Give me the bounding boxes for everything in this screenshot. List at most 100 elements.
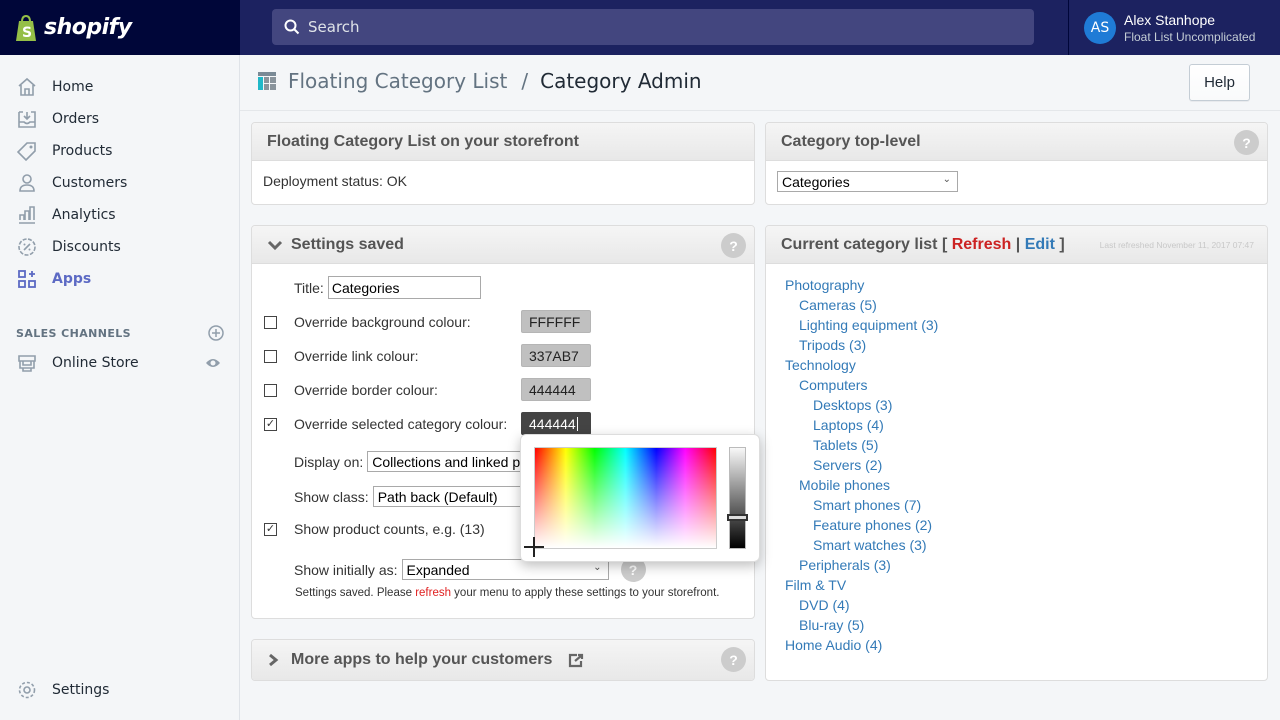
override-selected-label: Override selected category colour: bbox=[294, 416, 508, 432]
selected-colour-input[interactable]: 444444 bbox=[521, 412, 591, 435]
top-bar: S shopify Search AS Alex Stanhope Float … bbox=[0, 0, 1280, 55]
sidebar-item-online-store[interactable]: Online Store bbox=[0, 347, 239, 379]
category-item[interactable]: Lighting equipment (3) bbox=[799, 317, 938, 333]
sidebar-item-label: Online Store bbox=[52, 355, 139, 371]
eye-icon[interactable] bbox=[205, 356, 221, 370]
sidebar-item-label: Products bbox=[52, 143, 113, 159]
divider: | bbox=[1015, 235, 1021, 253]
category-item[interactable]: Technology bbox=[785, 357, 856, 373]
storefront-panel: Floating Category List on your storefron… bbox=[251, 122, 755, 205]
override-background-checkbox[interactable] bbox=[264, 316, 277, 329]
sidebar-item-analytics[interactable]: Analytics bbox=[0, 199, 239, 231]
sidebar-item-label: Customers bbox=[52, 175, 128, 191]
sidebar-item-label: Discounts bbox=[52, 239, 121, 255]
settings-panel-header[interactable]: Settings saved ? bbox=[252, 226, 754, 264]
bracket: ] bbox=[1059, 235, 1065, 253]
category-item[interactable]: Mobile phones bbox=[799, 477, 890, 493]
apps-icon bbox=[16, 268, 38, 290]
sidebar-item-label: Apps bbox=[52, 271, 92, 287]
breadcrumb: Floating Category List / Category Admin bbox=[258, 69, 702, 93]
link-colour-input[interactable]: 337AB7 bbox=[521, 344, 591, 367]
show-initially-select[interactable]: Expanded ⌄ bbox=[401, 559, 609, 580]
help-question-icon[interactable]: ? bbox=[1234, 130, 1259, 155]
select-value: Path back (Default) bbox=[377, 488, 498, 505]
more-apps-panel: More apps to help your customers ? bbox=[251, 639, 755, 681]
border-colour-input[interactable]: 444444 bbox=[521, 378, 591, 401]
sidebar-item-home[interactable]: Home bbox=[0, 71, 239, 103]
category-item[interactable]: Smart watches (3) bbox=[813, 537, 927, 553]
last-refreshed: Last refreshed November 11, 2017 07:47 bbox=[1099, 240, 1254, 250]
sidebar-item-settings[interactable]: Settings bbox=[0, 674, 239, 706]
lightness-slider-handle[interactable] bbox=[727, 514, 748, 522]
sidebar-item-orders[interactable]: Orders bbox=[0, 103, 239, 135]
toplevel-select[interactable]: Categories ⌄ bbox=[777, 171, 958, 192]
sidebar-item-label: Settings bbox=[52, 682, 110, 698]
user-name: Alex Stanhope bbox=[1124, 11, 1216, 28]
brand-name: shopify bbox=[44, 15, 132, 40]
category-item[interactable]: Cameras (5) bbox=[799, 297, 877, 313]
category-item[interactable]: Laptops (4) bbox=[813, 417, 884, 433]
category-item[interactable]: DVD (4) bbox=[799, 597, 850, 613]
override-border-label: Override border colour: bbox=[294, 382, 438, 398]
breadcrumb-app-link[interactable]: Floating Category List bbox=[288, 69, 507, 93]
person-icon bbox=[16, 172, 38, 194]
background-colour-input[interactable]: FFFFFF bbox=[521, 310, 591, 333]
category-item[interactable]: Desktops (3) bbox=[813, 397, 892, 413]
category-item[interactable]: Home Audio (4) bbox=[785, 637, 882, 653]
external-link-icon[interactable] bbox=[568, 653, 584, 668]
help-question-icon[interactable]: ? bbox=[721, 233, 746, 258]
home-icon bbox=[16, 76, 38, 98]
sidebar-item-label: Analytics bbox=[52, 207, 116, 223]
category-item[interactable]: Peripherals (3) bbox=[799, 557, 891, 573]
sidebar-item-discounts[interactable]: Discounts bbox=[0, 231, 239, 263]
display-on-label: Display on: bbox=[294, 453, 364, 470]
store-icon bbox=[16, 352, 38, 374]
more-apps-header[interactable]: More apps to help your customers ? bbox=[252, 640, 754, 680]
override-border-checkbox[interactable] bbox=[264, 384, 277, 397]
color-picker bbox=[520, 434, 760, 562]
edit-link[interactable]: Edit bbox=[1025, 236, 1055, 253]
color-crosshair-handle[interactable] bbox=[524, 537, 544, 557]
panel-title-text: Current category list bbox=[781, 235, 938, 253]
refresh-link[interactable]: Refresh bbox=[952, 236, 1012, 253]
override-link-checkbox[interactable] bbox=[264, 350, 277, 363]
show-class-label: Show class: bbox=[294, 488, 369, 505]
panel-title: Floating Category List on your storefron… bbox=[267, 132, 580, 150]
search-input[interactable]: Search bbox=[272, 9, 1034, 45]
tag-icon bbox=[16, 140, 38, 162]
settings-note: Settings saved. Please refresh your menu… bbox=[295, 587, 719, 599]
select-value: Categories bbox=[782, 173, 850, 190]
display-on-select[interactable]: Collections and linked p bbox=[367, 451, 528, 472]
note-text: Settings saved. Please bbox=[295, 587, 416, 599]
lightness-slider[interactable] bbox=[729, 447, 746, 549]
category-item[interactable]: Tablets (5) bbox=[813, 437, 878, 453]
add-channel-icon[interactable] bbox=[208, 325, 224, 341]
title-input[interactable]: Categories bbox=[327, 276, 481, 299]
show-class-select[interactable]: Path back (Default) bbox=[372, 486, 528, 507]
hue-saturation-area[interactable] bbox=[534, 447, 717, 549]
category-item[interactable]: Tripods (3) bbox=[799, 337, 866, 353]
page-header: Floating Category List / Category Admin … bbox=[240, 55, 1280, 111]
refresh-link[interactable]: refresh bbox=[415, 587, 451, 599]
sidebar-item-customers[interactable]: Customers bbox=[0, 167, 239, 199]
category-item[interactable]: Computers bbox=[799, 377, 867, 393]
panel-title: Category top-level bbox=[781, 132, 921, 150]
shopify-logo[interactable]: S shopify bbox=[0, 0, 240, 55]
category-item[interactable]: Photography bbox=[785, 277, 864, 293]
category-item[interactable]: Film & TV bbox=[785, 577, 846, 593]
sidebar-item-products[interactable]: Products bbox=[0, 135, 239, 167]
category-item[interactable]: Servers (2) bbox=[813, 457, 882, 473]
sidebar-item-apps[interactable]: Apps bbox=[0, 263, 239, 295]
help-question-icon[interactable]: ? bbox=[721, 647, 746, 672]
show-counts-checkbox[interactable]: ✓ bbox=[264, 523, 277, 536]
category-item[interactable]: Feature phones (2) bbox=[813, 517, 932, 533]
help-button[interactable]: Help bbox=[1189, 64, 1250, 101]
user-menu[interactable]: AS Alex Stanhope Float List Uncomplicate… bbox=[1068, 0, 1280, 55]
override-selected-checkbox[interactable]: ✓ bbox=[264, 418, 277, 431]
chevron-down-icon bbox=[267, 240, 283, 250]
category-item[interactable]: Smart phones (7) bbox=[813, 497, 921, 513]
sidebar-item-label: Orders bbox=[52, 111, 100, 127]
search-icon bbox=[284, 19, 300, 35]
avatar: AS bbox=[1084, 11, 1116, 44]
category-item[interactable]: Blu-ray (5) bbox=[799, 617, 864, 633]
